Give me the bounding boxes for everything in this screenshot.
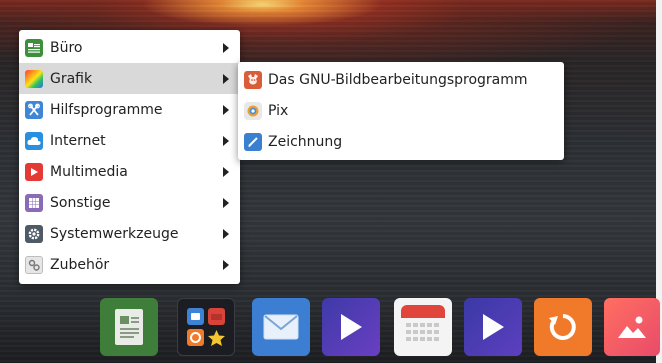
calendar-icon[interactable] [394, 298, 452, 356]
menu-item-systemwerkzeuge[interactable]: Systemwerkzeuge [19, 218, 240, 249]
image-viewer-icon[interactable] [604, 298, 660, 356]
menu-item-multimedia[interactable]: Multimedia [19, 156, 240, 187]
app-launcher-icon[interactable] [177, 298, 235, 356]
graphics-icon [25, 69, 43, 88]
chevron-right-icon [223, 104, 229, 115]
menu-item-label: Hilfsprogramme [50, 101, 163, 118]
menu-item-label: Büro [50, 39, 83, 56]
submenu-item-pix[interactable]: Pix [238, 95, 564, 126]
pix-icon [244, 101, 262, 120]
submenu-item-label: Zeichnung [268, 133, 343, 150]
gimp-icon [244, 70, 262, 89]
menu-item-buero[interactable]: Büro [19, 32, 240, 63]
chevron-right-icon [223, 73, 229, 84]
menu-item-label: Grafik [50, 70, 93, 87]
other-icon [25, 193, 43, 212]
video-player-icon[interactable] [464, 298, 522, 356]
chevron-right-icon [223, 228, 229, 239]
chevron-right-icon [223, 42, 229, 53]
submenu-item-gimp[interactable]: Das GNU-Bildbearbeitungsprogramm [238, 64, 564, 95]
menu-item-label: Sonstige [50, 194, 111, 211]
menu-item-grafik[interactable]: Grafik [19, 63, 240, 94]
menu-item-sonstige[interactable]: Sonstige [19, 187, 240, 218]
menu-item-label: Multimedia [50, 163, 128, 180]
menu-item-label: Systemwerkzeuge [50, 225, 179, 242]
chevron-right-icon [223, 166, 229, 177]
office-suite-icon[interactable] [100, 298, 158, 356]
applications-menu: Büro Grafik Hilfsprogramme Internet Mult… [19, 30, 240, 284]
mail-icon[interactable] [252, 298, 310, 356]
menu-item-hilfsprogramme[interactable]: Hilfsprogramme [19, 94, 240, 125]
chevron-right-icon [223, 197, 229, 208]
submenu-item-label: Das GNU-Bildbearbeitungsprogramm [268, 71, 528, 88]
utilities-icon [25, 255, 43, 274]
backup-icon[interactable] [534, 298, 592, 356]
menu-item-internet[interactable]: Internet [19, 125, 240, 156]
media-player-icon[interactable] [322, 298, 380, 356]
multimedia-icon [25, 162, 43, 181]
office-icon [25, 38, 43, 57]
submenu-item-label: Pix [268, 102, 289, 119]
chevron-right-icon [223, 259, 229, 270]
menu-item-zubehoer[interactable]: Zubehör [19, 249, 240, 280]
menu-item-label: Zubehör [50, 256, 110, 273]
graphics-submenu: Das GNU-Bildbearbeitungsprogramm Pix Zei… [238, 62, 564, 160]
drawing-icon [244, 132, 262, 151]
dock [100, 298, 660, 358]
system-tools-icon [25, 224, 43, 243]
accessories-icon [25, 100, 43, 119]
menu-item-label: Internet [50, 132, 106, 149]
submenu-item-zeichnung[interactable]: Zeichnung [238, 126, 564, 157]
chevron-right-icon [223, 135, 229, 146]
internet-icon [25, 131, 43, 150]
